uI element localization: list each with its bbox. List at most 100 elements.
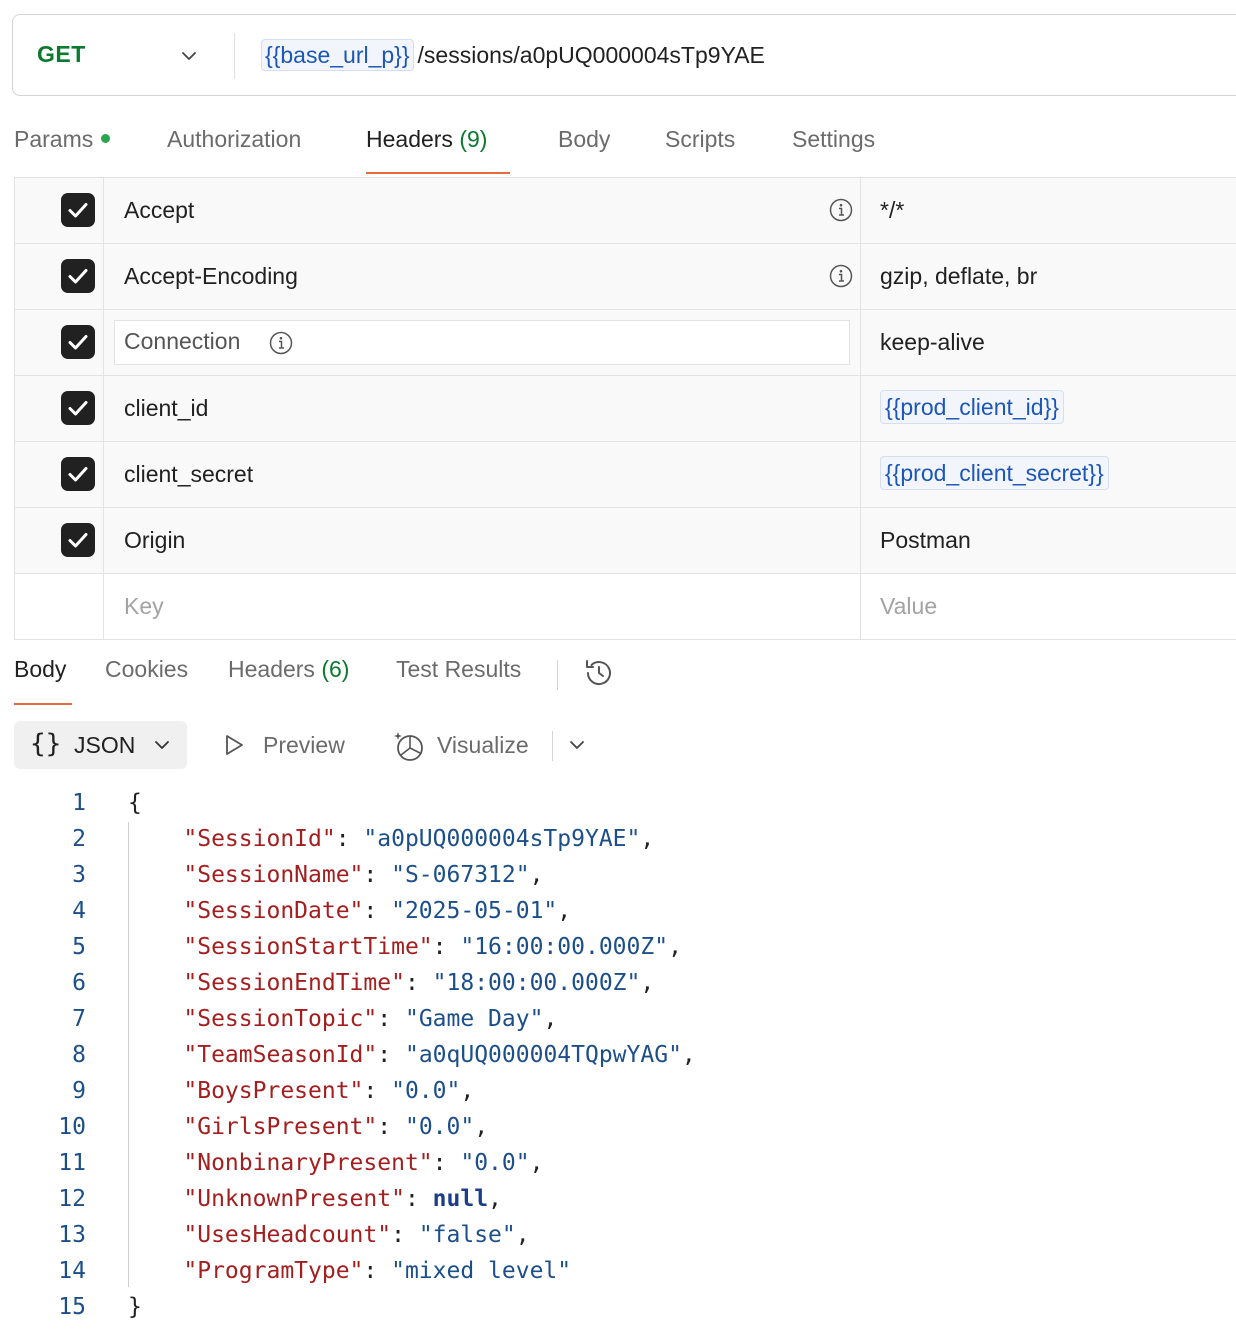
json-value: null [432,1186,489,1212]
json-key: "BoysPresent" [183,1078,364,1104]
code-text: "NonbinaryPresent": "0.0", [183,1150,544,1176]
code-line: 10 "GirlsPresent": "0.0", [0,1110,1236,1146]
url-input[interactable]: {{base_url_p}}/sessions/a0pUQ000004sTp9Y… [261,39,765,71]
headers-count: (9) [459,126,488,152]
code-line: 8 "TeamSeasonId": "a0qUQ000004TQpwYAG", [0,1038,1236,1074]
tab-scripts[interactable]: Scripts [665,126,735,153]
code-line: 2 "SessionId": "a0pUQ000004sTp9YAE", [0,822,1236,858]
header-key[interactable]: Accept-Encoding [124,263,298,290]
tab-response-headers[interactable]: Headers (6) [228,656,349,683]
header-key-input[interactable]: Connection [114,320,850,365]
line-number: 12 [58,1186,86,1212]
json-value: "0.0" [460,1150,530,1176]
header-value[interactable]: keep-alive [880,329,985,356]
table-row-new: Key Value [14,574,1236,640]
new-header-value-input[interactable]: Value [880,593,937,620]
json-key: "SessionDate" [183,898,364,924]
header-enabled-checkbox[interactable] [61,259,95,293]
tab-response-body[interactable]: Body [14,656,66,683]
code-line: 7 "SessionTopic": "Game Day", [0,1002,1236,1038]
tab-params[interactable]: Params [14,126,111,153]
chevron-down-icon[interactable] [567,735,587,755]
json-key: "UsesHeadcount" [183,1222,392,1248]
tab-body[interactable]: Body [558,126,610,153]
code-text: "SessionName": "S-067312", [183,862,544,888]
header-enabled-checkbox[interactable] [61,523,95,557]
line-number: 15 [58,1294,86,1320]
new-header-key-input[interactable]: Key [124,593,164,620]
header-key[interactable]: client_secret [124,461,253,488]
json-key: "NonbinaryPresent" [183,1150,433,1176]
code-text: "BoysPresent": "0.0", [183,1078,475,1104]
table-row: client_secret {{prod_client_secret}} [14,442,1236,508]
line-number: 8 [72,1042,86,1068]
line-number: 7 [72,1006,86,1032]
tab-response-cookies[interactable]: Cookies [105,656,188,683]
json-key: "SessionName" [183,862,364,888]
chevron-down-icon[interactable] [179,46,199,66]
line-number: 14 [58,1258,86,1284]
table-row: Accept */* [14,178,1236,244]
json-key: "SessionId" [183,826,336,852]
code-text: "SessionDate": "2025-05-01", [183,898,572,924]
header-value-variable-chip[interactable]: {{prod_client_id}} [880,390,1064,424]
header-enabled-checkbox[interactable] [61,391,95,425]
history-icon[interactable] [582,656,616,690]
json-key: "TeamSeasonId" [183,1042,378,1068]
tab-settings[interactable]: Settings [792,126,875,153]
code-line: 15} [0,1290,1236,1326]
json-value: "false" [418,1222,516,1248]
code-line: 1{ [0,786,1236,822]
play-icon [226,735,243,755]
header-value-variable-chip[interactable]: {{prod_client_secret}} [880,456,1109,490]
code-line: 9 "BoysPresent": "0.0", [0,1074,1236,1110]
tab-authorization[interactable]: Authorization [167,126,301,153]
line-number: 1 [72,790,86,816]
tab-headers[interactable]: Headers (9) [366,126,487,153]
url-path: /sessions/a0pUQ000004sTp9YAE [417,42,765,68]
json-key: "ProgramType" [183,1258,364,1284]
line-number: 10 [58,1114,86,1140]
table-row: Connection keep-alive [14,310,1236,376]
header-enabled-checkbox[interactable] [61,457,95,491]
json-value: "mixed level" [391,1258,572,1284]
code-line: 6 "SessionEndTime": "18:00:00.000Z", [0,966,1236,1002]
tab-test-results[interactable]: Test Results [396,656,521,683]
url-variable-chip[interactable]: {{base_url_p}} [261,39,414,71]
braces-icon: {} [30,729,62,759]
line-number: 5 [72,934,86,960]
header-enabled-checkbox[interactable] [61,193,95,227]
code-line: 5 "SessionStartTime": "16:00:00.000Z", [0,930,1236,966]
code-line: 11 "NonbinaryPresent": "0.0", [0,1146,1236,1182]
http-method-select[interactable]: GET [37,41,86,68]
code-line: 13 "UsesHeadcount": "false", [0,1218,1236,1254]
header-key[interactable]: Accept [124,197,194,224]
code-text: "ProgramType": "mixed level" [183,1258,572,1284]
line-number: 2 [72,826,86,852]
header-enabled-checkbox[interactable] [61,325,95,359]
line-number: 6 [72,970,86,996]
json-value: "S-067312" [391,862,530,888]
header-key[interactable]: Origin [124,527,185,554]
request-url-bar: GET {{base_url_p}}/sessions/a0pUQ000004s… [12,14,1236,96]
format-select[interactable]: {} JSON [14,721,187,769]
header-key[interactable]: client_id [124,395,208,422]
response-json-viewer[interactable]: 1{2 "SessionId": "a0pUQ000004sTp9YAE", 3 … [0,786,1236,1326]
json-key: "UnknownPresent" [183,1186,405,1212]
code-line: 14 "ProgramType": "mixed level" [0,1254,1236,1290]
header-value[interactable]: gzip, deflate, br [880,263,1037,290]
visualize-icon [394,732,423,761]
json-value: "0.0" [391,1078,461,1104]
params-indicator-dot [101,134,111,144]
header-value[interactable]: Postman [880,527,971,554]
url-divider [234,33,235,79]
table-row: client_id {{prod_client_id}} [14,376,1236,442]
code-text: "SessionId": "a0pUQ000004sTp9YAE", [183,826,655,852]
json-key: "SessionStartTime" [183,934,433,960]
info-icon[interactable] [829,198,853,222]
code-text: { [128,790,142,816]
header-value[interactable]: */* [880,197,904,224]
info-icon[interactable] [829,264,853,288]
active-tab-indicator [366,172,510,174]
info-icon[interactable] [269,331,293,355]
